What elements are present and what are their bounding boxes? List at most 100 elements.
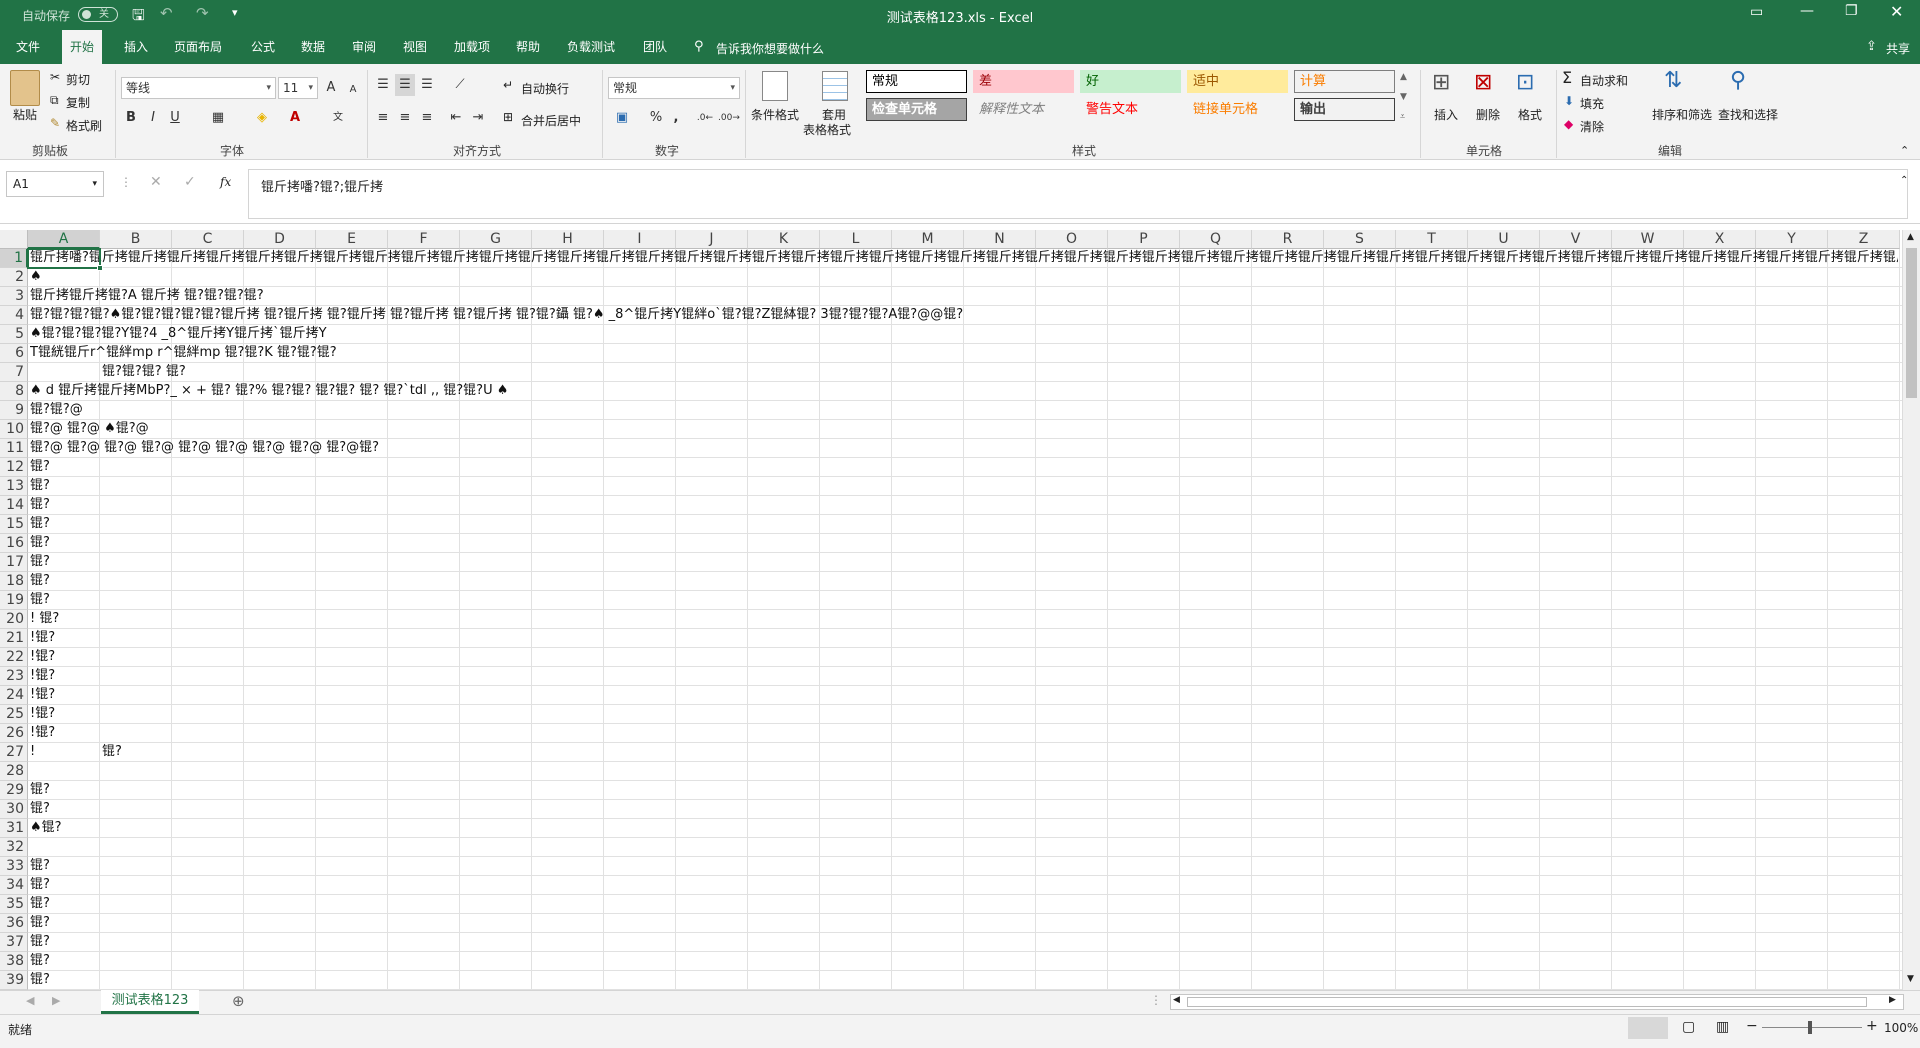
row-header[interactable]: 1 <box>0 249 28 268</box>
add-sheet-icon[interactable]: ⊕ <box>232 992 245 1010</box>
font-color-icon[interactable]: A <box>285 107 305 129</box>
cell-text[interactable]: ! <box>30 743 35 761</box>
zoom-slider-thumb[interactable] <box>1808 1021 1812 1034</box>
style-linked-cell[interactable]: 链接单元格 <box>1187 98 1288 121</box>
tab-help[interactable]: 帮助 <box>508 30 548 64</box>
comma-button[interactable]: , <box>666 107 686 129</box>
style-check-cell[interactable]: 检查单元格 <box>866 98 967 121</box>
row-header[interactable]: 9 <box>0 401 28 420</box>
align-right-icon[interactable]: ≡ <box>417 107 437 129</box>
formula-input[interactable]: 锟斤拷噃?锟?;锟斤拷 <box>248 169 1908 219</box>
cell-text[interactable]: !锟? <box>30 667 55 685</box>
prev-sheet-icon[interactable]: ◀ <box>26 994 34 1007</box>
tab-home[interactable]: 开始 <box>62 30 103 64</box>
decrease-indent-icon[interactable]: ⇤ <box>446 107 466 129</box>
column-header[interactable]: O <box>1036 230 1108 249</box>
style-bad[interactable]: 差 <box>973 70 1074 93</box>
grow-font-button[interactable]: A <box>321 77 341 99</box>
row-header[interactable]: 8 <box>0 382 28 401</box>
cell-text[interactable]: 锟? <box>30 553 50 571</box>
column-header[interactable]: J <box>676 230 748 249</box>
row-header[interactable]: 31 <box>0 819 28 838</box>
column-header[interactable]: I <box>604 230 676 249</box>
row-header[interactable]: 29 <box>0 781 28 800</box>
cell-text[interactable]: 锟斤拷噃?锟斤拷锟斤拷锟斤拷锟斤拷锟斤拷锟斤拷锟斤拷锟斤拷锟斤拷锟斤拷锟斤拷锟斤… <box>30 249 1898 267</box>
column-header[interactable]: A <box>28 230 100 249</box>
format-painter-button[interactable]: 格式刷 <box>66 117 102 134</box>
hscroll-thumb[interactable] <box>1187 997 1867 1007</box>
cell-text[interactable]: 锟? <box>30 496 50 514</box>
cell-text[interactable]: ♠锟?锟?锟?锟?Y锟?4 _8^锟斤拷Y锟斤拷`锟斤拷Y <box>30 325 327 343</box>
increase-decimal-icon[interactable]: .0← <box>695 107 715 129</box>
fill-color-icon[interactable]: ◈ <box>252 107 272 129</box>
cell-text[interactable]: !锟? <box>30 629 55 647</box>
share-button[interactable]: 共享 <box>1886 40 1910 57</box>
row-header[interactable]: 39 <box>0 971 28 990</box>
row-header[interactable]: 22 <box>0 648 28 667</box>
cell-text[interactable]: 锟? <box>102 743 122 761</box>
increase-indent-icon[interactable]: ⇥ <box>468 107 488 129</box>
page-break-view-icon[interactable]: ▥ <box>1716 1019 1729 1035</box>
row-header[interactable]: 11 <box>0 439 28 458</box>
column-header[interactable]: R <box>1252 230 1324 249</box>
cell-text[interactable]: 锟? <box>30 477 50 495</box>
shrink-font-button[interactable]: A <box>343 79 363 101</box>
tab-page-layout[interactable]: 页面布局 <box>166 30 230 64</box>
enter-icon[interactable]: ✓ <box>184 174 196 190</box>
format-as-table-icon[interactable] <box>822 71 848 101</box>
conditional-format-button[interactable]: 条件格式 <box>751 106 799 123</box>
zoom-out-icon[interactable]: − <box>1746 1018 1758 1034</box>
cell-text[interactable]: 锟? <box>30 933 50 951</box>
column-header[interactable]: D <box>244 230 316 249</box>
column-header[interactable]: S <box>1324 230 1396 249</box>
style-good[interactable]: 好 <box>1080 70 1181 93</box>
merge-center-button[interactable]: 合并后居中 <box>521 112 581 129</box>
column-header[interactable]: C <box>172 230 244 249</box>
row-header[interactable]: 25 <box>0 705 28 724</box>
row-header[interactable]: 12 <box>0 458 28 477</box>
scroll-down-icon[interactable]: ▼ <box>1907 974 1914 984</box>
cell-text[interactable]: 锟? <box>30 781 50 799</box>
column-header[interactable]: B <box>100 230 172 249</box>
fill-handle[interactable] <box>97 265 103 271</box>
cell-text[interactable]: 锟? <box>30 971 50 989</box>
cell-text[interactable]: 锟?@ 锟?@ ♠锟?@ <box>30 420 149 438</box>
vertical-scrollbar[interactable]: ▲ ▼ <box>1902 230 1920 990</box>
page-layout-view-icon[interactable]: ▢ <box>1682 1019 1695 1035</box>
number-format-dropdown[interactable]: 常规 ▾ <box>608 77 740 99</box>
borders-icon[interactable]: ▦ <box>208 107 228 129</box>
cell-text[interactable]: T锟絖锟斤r^锟絆mp r^锟絆mp 锟?锟?K 锟?锟?锟? <box>30 344 337 362</box>
cell-text[interactable]: 锟?锟?锟? 锟? <box>102 363 186 381</box>
scroll-thumb[interactable] <box>1906 248 1917 398</box>
cell-text[interactable]: 锟? <box>30 572 50 590</box>
row-header[interactable]: 37 <box>0 933 28 952</box>
cell-text[interactable]: 锟? <box>30 800 50 818</box>
tab-team[interactable]: 团队 <box>635 30 675 64</box>
insert-cells-button[interactable]: 插入 <box>1434 106 1458 123</box>
cell-text[interactable]: 锟?@ 锟?@ 锟?@ 锟?@ 锟?@ 锟?@ 锟?@ 锟?@ 锟?@锟? <box>30 439 379 457</box>
row-header[interactable]: 33 <box>0 857 28 876</box>
format-as-table-label-2[interactable]: 表格格式 <box>803 121 851 138</box>
row-header[interactable]: 7 <box>0 363 28 382</box>
row-header[interactable]: 17 <box>0 553 28 572</box>
copy-button[interactable]: 复制 <box>66 94 90 111</box>
cell-text[interactable]: 锟? <box>30 952 50 970</box>
sheet-tab-active[interactable]: 测试表格123 <box>101 990 199 1014</box>
tab-insert[interactable]: 插入 <box>116 30 156 64</box>
row-header[interactable]: 34 <box>0 876 28 895</box>
minimize-icon[interactable]: — <box>1800 3 1814 19</box>
row-header[interactable]: 26 <box>0 724 28 743</box>
fill-button[interactable]: 填充 <box>1580 95 1604 112</box>
insert-cells-icon[interactable]: ⊞ <box>1432 70 1450 95</box>
column-header[interactable]: Q <box>1180 230 1252 249</box>
style-explanatory[interactable]: 解释性文本 <box>973 98 1074 121</box>
column-header[interactable]: K <box>748 230 820 249</box>
style-normal[interactable]: 常规 <box>866 70 967 93</box>
format-cells-button[interactable]: 格式 <box>1518 106 1542 123</box>
row-header[interactable]: 35 <box>0 895 28 914</box>
row-header[interactable]: 16 <box>0 534 28 553</box>
ribbon-display-icon[interactable]: ▭ <box>1750 4 1763 20</box>
row-header[interactable]: 5 <box>0 325 28 344</box>
bold-button[interactable]: B <box>121 107 141 129</box>
underline-button[interactable]: U <box>165 107 185 129</box>
